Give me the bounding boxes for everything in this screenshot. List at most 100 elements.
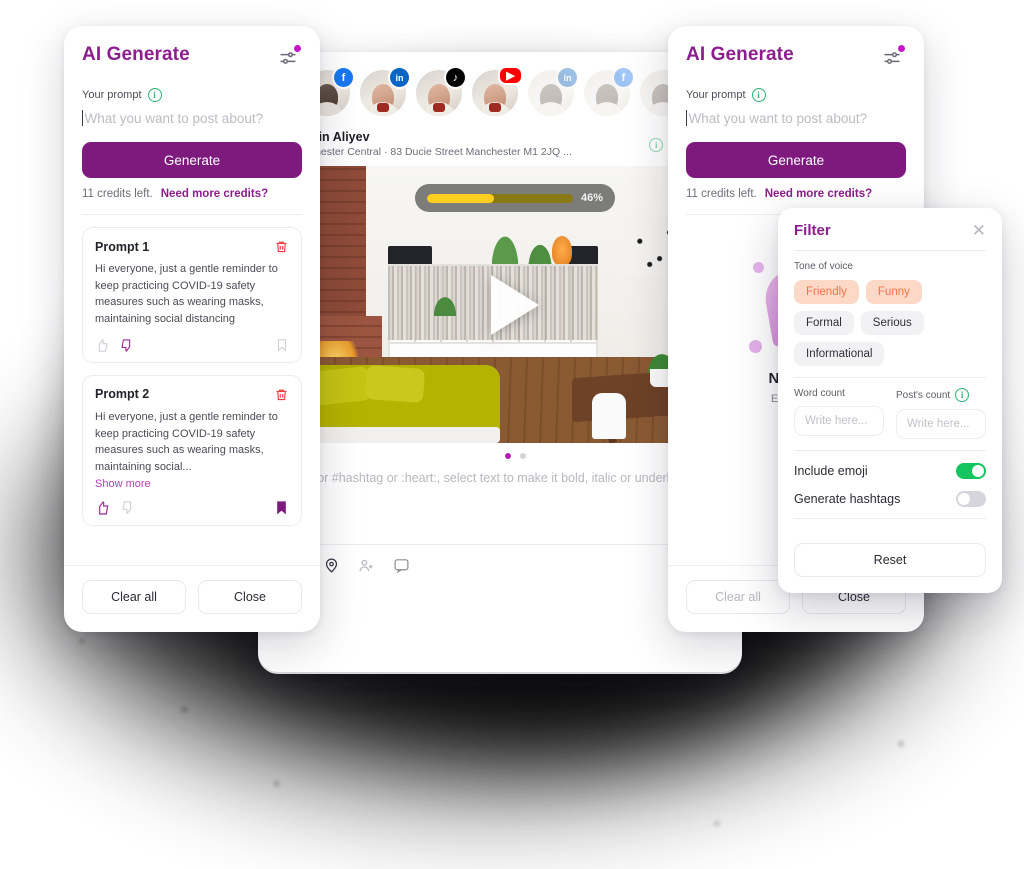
- tone-chip-funny[interactable]: Funny: [865, 280, 922, 304]
- credits-left-label: 11 credits left.: [686, 188, 757, 200]
- prompt-input[interactable]: [84, 110, 302, 126]
- include-emoji-row: Include emoji: [794, 463, 986, 479]
- carousel-dot[interactable]: [519, 453, 526, 459]
- need-more-credits-link[interactable]: Need more credits?: [161, 188, 268, 200]
- tone-chip-informational[interactable]: Informational: [794, 342, 885, 366]
- divider: [794, 250, 986, 251]
- prompt-input-wrap[interactable]: [668, 102, 924, 126]
- info-icon: i: [649, 138, 664, 152]
- progress-percent: 46%: [580, 192, 603, 204]
- prompt-card-header: Prompt 2: [95, 387, 289, 402]
- ai-panel-header: AI Generate: [668, 26, 924, 72]
- text-caret: [686, 110, 688, 126]
- youtube-icon: ▶: [500, 68, 521, 83]
- word-count-label: Word count: [794, 388, 845, 399]
- thumbs-down-icon[interactable]: [119, 338, 134, 353]
- location-icon[interactable]: [323, 557, 340, 574]
- prompt-card-title: Prompt 2: [95, 387, 150, 402]
- text-caret: [82, 110, 84, 126]
- page-title: AI Generate: [82, 44, 190, 65]
- editor-placeholder: xt or #hashtag or :heart:, select text t…: [304, 471, 670, 485]
- clear-all-button[interactable]: Clear all: [82, 580, 186, 614]
- tone-chip-group: Friendly Funny Formal Serious Informatio…: [794, 280, 986, 366]
- bookmark-icon[interactable]: [275, 338, 289, 352]
- delete-icon[interactable]: [274, 387, 289, 402]
- posts-count-field: Post's count i: [896, 388, 986, 439]
- page-title: AI Generate: [686, 44, 794, 65]
- notification-dot: [898, 45, 905, 52]
- progress-track: [427, 193, 573, 203]
- sliders-icon[interactable]: [878, 44, 906, 72]
- info-icon[interactable]: i: [751, 88, 766, 102]
- notification-dot: [294, 45, 301, 52]
- carousel-dot[interactable]: [504, 453, 511, 459]
- divider: [82, 214, 302, 215]
- tone-chip-formal[interactable]: Formal: [794, 311, 854, 335]
- word-count-field: Word count: [794, 388, 884, 439]
- reset-button[interactable]: Reset: [794, 543, 986, 577]
- filter-popover: Filter ✕ Tone of voice Friendly Funny Fo…: [778, 208, 1002, 593]
- thumbs-down-icon[interactable]: [120, 500, 135, 515]
- info-icon[interactable]: i: [955, 388, 970, 402]
- include-emoji-toggle[interactable]: [956, 463, 986, 479]
- divider: [794, 450, 986, 451]
- sliders-icon[interactable]: [274, 44, 302, 72]
- thumbs-up-icon[interactable]: [95, 338, 110, 353]
- tone-chip-friendly[interactable]: Friendly: [794, 280, 859, 304]
- generate-button[interactable]: Generate: [686, 142, 906, 178]
- credits-left-label: 11 credits left.: [82, 188, 153, 200]
- prompt-card: Prompt 1 Hi everyone, just a gentle remi…: [82, 227, 302, 363]
- ai-panel-footer: Clear all Close: [64, 565, 320, 632]
- prompt-card-actions: [95, 338, 289, 353]
- info-icon[interactable]: i: [147, 88, 162, 102]
- bookmark-icon[interactable]: [274, 500, 289, 515]
- close-button[interactable]: Close: [198, 580, 302, 614]
- ai-generate-panel-left: AI Generate Your prompt i Generate 11 cr…: [64, 26, 320, 632]
- editor-toolbar: [288, 543, 726, 584]
- posts-count-label: Post's count: [896, 389, 951, 401]
- account-avatar-item[interactable]: in: [528, 68, 577, 116]
- show-more-link[interactable]: Show more: [95, 478, 289, 490]
- linkedin-icon: in: [390, 68, 409, 87]
- count-fields: Word count Post's count i: [794, 388, 986, 439]
- credits-row: 11 credits left. Need more credits?: [668, 178, 924, 200]
- generate-hashtags-row: Generate hashtags: [794, 491, 986, 507]
- account-avatar-item[interactable]: in: [360, 68, 409, 116]
- include-emoji-label: Include emoji: [794, 464, 868, 478]
- delete-icon[interactable]: [274, 239, 289, 254]
- facebook-icon: f: [614, 68, 633, 87]
- prompt-label-row: Your prompt i: [668, 72, 924, 102]
- need-more-credits-link[interactable]: Need more credits?: [765, 188, 872, 200]
- play-icon[interactable]: [491, 274, 539, 335]
- filter-title: Filter: [794, 222, 831, 239]
- credits-row: 11 credits left. Need more credits?: [64, 178, 320, 200]
- tone-chip-serious[interactable]: Serious: [860, 311, 924, 335]
- generate-button[interactable]: Generate: [82, 142, 302, 178]
- prompt-label: Your prompt: [82, 89, 142, 101]
- clear-all-button[interactable]: Clear all: [686, 580, 790, 614]
- prompt-input[interactable]: [688, 110, 906, 126]
- tag-people-icon[interactable]: [358, 557, 375, 574]
- close-icon[interactable]: ✕: [972, 222, 986, 239]
- prompt-card-header: Prompt 1: [95, 239, 289, 254]
- prompt-input-wrap[interactable]: [64, 102, 320, 126]
- comment-icon[interactable]: [393, 557, 410, 574]
- account-avatar-item[interactable]: ♪: [416, 68, 465, 116]
- generate-hashtags-toggle[interactable]: [956, 491, 986, 507]
- author-location: nchester Central · 83 Ducie Street Manch…: [304, 146, 572, 158]
- linkedin-icon: in: [558, 68, 577, 87]
- posts-count-input[interactable]: [896, 409, 986, 439]
- prompt-label-row: Your prompt i: [64, 72, 320, 102]
- generate-hashtags-label: Generate hashtags: [794, 492, 901, 506]
- thumbs-up-icon[interactable]: [95, 500, 111, 516]
- media-preview[interactable]: 46%: [304, 166, 726, 443]
- account-avatar-item[interactable]: f: [584, 68, 633, 116]
- ai-panel-header: AI Generate: [64, 26, 320, 72]
- prompt-label: Your prompt: [686, 89, 746, 101]
- author-name: ahin Aliyev: [304, 130, 370, 144]
- word-count-input[interactable]: [794, 406, 884, 436]
- upload-progress: 46%: [415, 184, 615, 212]
- account-avatar-item[interactable]: ▶: [472, 68, 521, 116]
- facebook-icon: f: [334, 68, 353, 87]
- filter-header: Filter ✕: [794, 222, 986, 239]
